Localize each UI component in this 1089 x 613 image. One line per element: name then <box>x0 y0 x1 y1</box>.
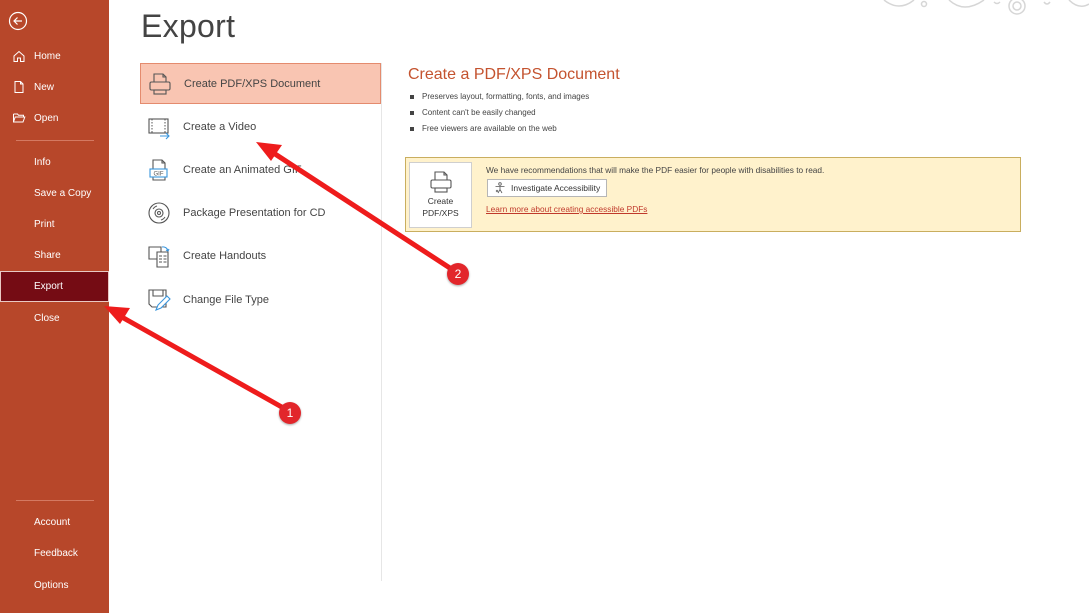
nav-info-label: Info <box>34 156 51 168</box>
bullet-text: Preserves layout, formatting, fonts, and… <box>422 92 590 101</box>
nav-close-label: Close <box>34 312 60 324</box>
accessibility-icon <box>495 182 505 194</box>
nav-export-label: Export <box>34 281 63 292</box>
bullet-text: Free viewers are available on the web <box>422 124 557 133</box>
pdf-printer-icon <box>147 71 173 97</box>
nav-open[interactable]: Open <box>0 103 109 133</box>
annotation-arrow-1 <box>104 306 290 413</box>
sidebar-divider <box>16 140 94 141</box>
backstage-sidebar: Home New Open Info Save a Copy Print Sha… <box>0 0 109 613</box>
detail-bullets: Preserves layout, formatting, fonts, and… <box>410 89 589 137</box>
sidebar-divider-bottom <box>16 500 94 501</box>
nav-info[interactable]: Info <box>0 147 109 177</box>
detail-title: Create a PDF/XPS Document <box>408 66 620 83</box>
change-file-type-icon <box>146 287 172 313</box>
nav-share-label: Share <box>34 249 61 261</box>
nav-account[interactable]: Account <box>0 507 109 537</box>
export-option-create-handouts[interactable]: Create Handouts <box>140 235 381 276</box>
export-option-label: Create PDF/XPS Document <box>184 77 321 90</box>
nav-feedback-label: Feedback <box>34 547 78 559</box>
export-option-label: Create a Video <box>183 120 257 133</box>
nav-share[interactable]: Share <box>0 240 109 270</box>
nav-account-label: Account <box>34 516 71 528</box>
export-option-label: Create an Animated GIF <box>183 163 302 176</box>
export-option-change-file-type[interactable]: Change File Type <box>140 279 381 320</box>
folder-open-icon <box>12 111 26 125</box>
bullet-item: Preserves layout, formatting, fonts, and… <box>410 89 589 105</box>
nav-options-label: Options <box>34 579 69 591</box>
new-document-icon <box>12 80 26 94</box>
page-title: Export <box>141 8 236 44</box>
export-option-label: Package Presentation for CD <box>183 206 326 219</box>
recommendation-text: We have recommendations that will make t… <box>486 165 825 175</box>
pdf-printer-icon <box>429 171 452 193</box>
create-button-line1: Create <box>427 196 454 206</box>
export-option-create-pdf-xps[interactable]: Create PDF/XPS Document <box>140 63 381 104</box>
svg-text:GIF: GIF <box>154 171 164 177</box>
handouts-icon <box>146 243 172 269</box>
annotation-badge-1: 1 <box>279 402 301 424</box>
export-option-package-for-cd[interactable]: Package Presentation for CD <box>140 192 381 233</box>
create-pdf-xps-button[interactable]: Create PDF/XPS <box>409 162 472 228</box>
nav-home[interactable]: Home <box>0 41 109 71</box>
video-icon <box>146 114 172 140</box>
nav-new-label: New <box>34 81 55 93</box>
learn-more-link[interactable]: Learn more about creating accessible PDF… <box>486 204 647 214</box>
bullet-item: Free viewers are available on the web <box>410 121 589 137</box>
nav-save-a-copy-label: Save a Copy <box>34 187 92 199</box>
nav-new[interactable]: New <box>0 72 109 102</box>
investigate-accessibility-label: Investigate Accessibility <box>511 183 601 193</box>
accessibility-banner: Create PDF/XPS We have recommendations t… <box>405 157 1021 232</box>
annotation-badge-2: 2 <box>447 263 469 285</box>
nav-feedback[interactable]: Feedback <box>0 538 109 568</box>
nav-export[interactable]: Export <box>0 271 109 302</box>
export-option-create-video[interactable]: Create a Video <box>140 106 381 147</box>
nav-save-a-copy[interactable]: Save a Copy <box>0 178 109 208</box>
nav-options[interactable]: Options <box>0 570 109 600</box>
back-button[interactable] <box>8 11 28 31</box>
home-icon <box>12 49 26 63</box>
nav-print-label: Print <box>34 218 55 230</box>
bullet-item: Content can't be easily changed <box>410 105 589 121</box>
cd-icon <box>146 200 172 226</box>
export-option-create-animated-gif[interactable]: GIF Create an Animated GIF <box>140 149 381 190</box>
export-option-label: Change File Type <box>183 293 270 306</box>
nav-open-label: Open <box>34 112 59 124</box>
bullet-text: Content can't be easily changed <box>422 108 536 117</box>
export-option-label: Create Handouts <box>183 249 267 262</box>
nav-close[interactable]: Close <box>0 303 109 333</box>
investigate-accessibility-button[interactable]: Investigate Accessibility <box>487 179 608 197</box>
back-arrow-circle-icon <box>8 11 28 31</box>
decorative-swirl-pattern <box>883 0 1089 15</box>
gif-icon: GIF <box>146 157 172 183</box>
column-divider <box>381 63 382 581</box>
nav-print[interactable]: Print <box>0 209 109 239</box>
nav-home-label: Home <box>34 50 61 62</box>
create-button-line2: PDF/XPS <box>422 208 459 218</box>
